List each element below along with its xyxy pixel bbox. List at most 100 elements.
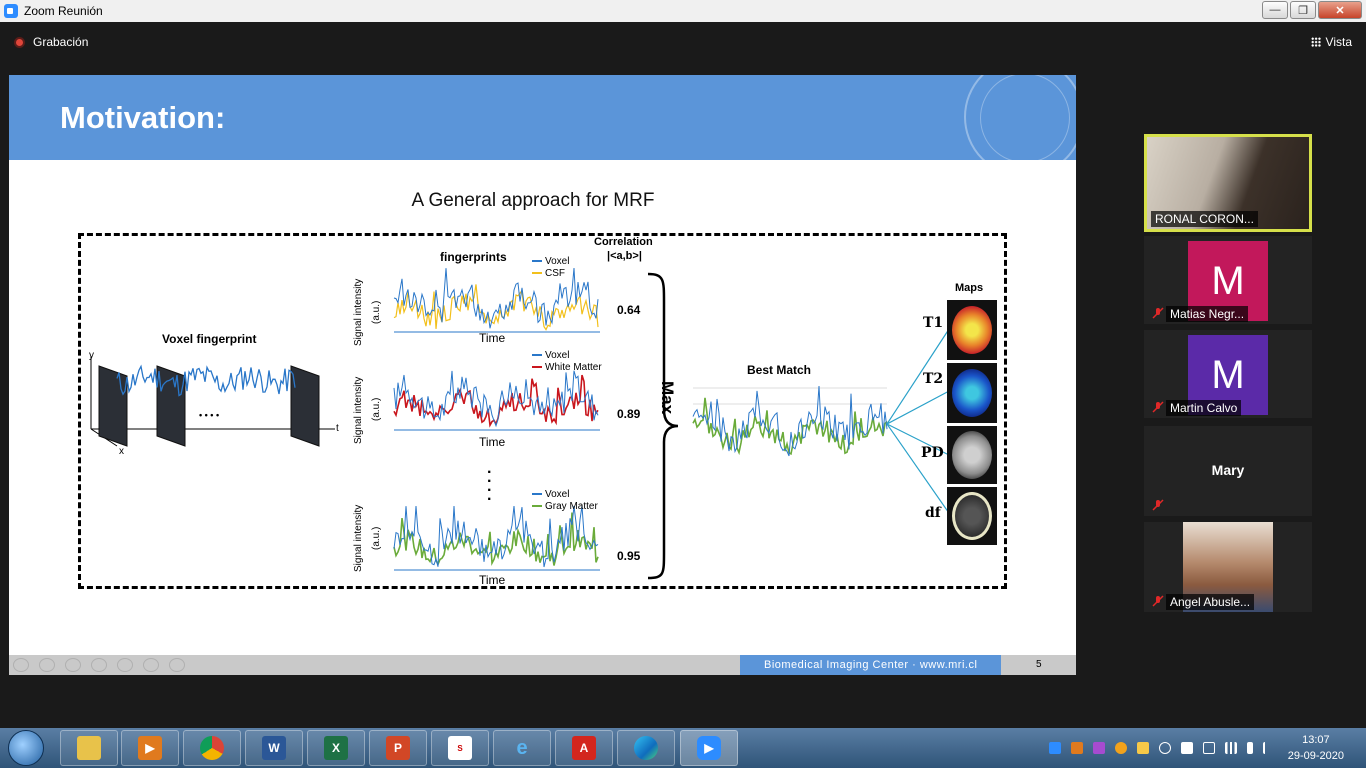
university-seal-watermark [964, 75, 1076, 177]
powerpoint-icon: P [386, 736, 410, 760]
plot3-legend-gm: Gray Matter [532, 501, 598, 512]
taskbar-word[interactable]: W [245, 730, 303, 766]
zoom-meeting-bar: Grabación Vista [0, 22, 1366, 62]
scielo-icon: S [448, 736, 472, 760]
corr-value-csf: 0.64 [617, 303, 641, 317]
participant-name: RONAL CORON... [1151, 211, 1258, 227]
maps-label: Maps [955, 282, 984, 294]
link-tray-icon[interactable] [1158, 742, 1171, 754]
app-tray-icon[interactable] [1092, 742, 1105, 754]
window-titlebar: Zoom Reunión — ❐ ✕ [0, 0, 1366, 22]
clock-date: 29-09-2020 [1287, 750, 1344, 762]
slide-header: Motivation: [9, 75, 1076, 177]
shared-slide: Motivation: A General approach for MRF V… [9, 75, 1076, 675]
plot2-xlabel: Time [479, 435, 506, 449]
taskbar-excel[interactable]: X [307, 730, 365, 766]
plot1-xlabel: Time [479, 331, 506, 345]
taskbar-powerpoint[interactable]: P [369, 730, 427, 766]
view-button[interactable]: Vista [1310, 35, 1352, 49]
taskbar-ie[interactable]: e [493, 730, 551, 766]
flag-icon[interactable] [1262, 742, 1275, 754]
zoom-tray-icon[interactable] [1048, 742, 1061, 754]
participant-tile-matias[interactable]: M Matias Negr... [1144, 236, 1312, 324]
view-label: Vista [1325, 35, 1352, 49]
device-tray-icon[interactable] [1202, 742, 1215, 754]
taskbar-explorer[interactable] [60, 730, 118, 766]
participant-tile-martin[interactable]: M Martin Calvo [1144, 330, 1312, 418]
taskbar-edge[interactable] [617, 730, 675, 766]
max-brace [647, 272, 679, 580]
plot2-legend-wm: White Matter [532, 362, 602, 373]
start-button[interactable] [8, 730, 44, 766]
taskbar-media-player[interactable]: ▶ [121, 730, 179, 766]
clock-time: 13:07 [1302, 734, 1330, 746]
screen-icon[interactable] [143, 658, 159, 672]
update-tray-icon[interactable] [1114, 742, 1127, 754]
zoom-icon[interactable] [117, 658, 133, 672]
footer-brand: Biomedical Imaging Center · www.mri.cl [740, 655, 1001, 675]
plot3-xlabel: Time [479, 573, 506, 587]
map-label-t2: T2 [923, 371, 944, 387]
map-label-df: df [925, 505, 941, 521]
plot1-legend-csf: CSF [532, 268, 565, 279]
close-button[interactable]: ✕ [1318, 1, 1362, 19]
slide-footer: Biomedical Imaging Center · www.mri.cl 5 [9, 655, 1076, 675]
plot3-yunit: (a.u.) [371, 526, 382, 550]
taskbar-scielo[interactable]: S [431, 730, 489, 766]
plot2-ylabel: Signal intensity [353, 376, 364, 444]
edge-icon [634, 736, 658, 760]
plot2-legend-voxel: Voxel [532, 350, 569, 361]
max-label: Max [658, 381, 677, 415]
recording-icon [14, 36, 25, 48]
zoom-icon: ▶ [697, 736, 721, 760]
pen-icon[interactable] [65, 658, 81, 672]
plot1-yunit: (a.u.) [371, 300, 382, 324]
app-tray-icon[interactable] [1070, 742, 1083, 754]
dropbox-tray-icon[interactable] [1180, 742, 1193, 754]
best-match-plot [692, 385, 888, 457]
t1-map-image [947, 300, 997, 360]
signal-icon[interactable] [1224, 742, 1237, 754]
participant-name: Martin Calvo [1166, 400, 1242, 416]
taskbar-acrobat[interactable]: A [555, 730, 613, 766]
plot1-csf [393, 267, 600, 333]
mrf-figure: Voxel fingerprint y x t • • • • fingerpr… [78, 233, 1007, 589]
muted-mic-icon [1152, 401, 1164, 413]
participant-name: Matias Negr... [1166, 306, 1249, 322]
pd-map-image [947, 426, 997, 484]
next-slide-icon[interactable] [39, 658, 55, 672]
prev-slide-icon[interactable] [13, 658, 29, 672]
zoom-app-icon [4, 4, 18, 18]
slide-title: Motivation: [60, 100, 226, 135]
slideshow-controls [13, 658, 185, 672]
fingerprints-label: fingerprints [440, 250, 507, 264]
plot1-legend-voxel: Voxel [532, 256, 569, 267]
maximize-button[interactable]: ❐ [1290, 1, 1316, 19]
participant-name: Angel Abusle... [1166, 594, 1255, 610]
participant-tile-angel[interactable]: Angel Abusle... [1144, 522, 1312, 612]
internet-explorer-icon: e [516, 736, 528, 759]
folder-icon [77, 736, 101, 760]
vertical-ellipsis: · · · · [487, 464, 493, 508]
plot2-wm [393, 370, 600, 431]
map-connector-lines [886, 325, 952, 517]
participant-tile-ronal[interactable]: RONAL CORON... [1144, 134, 1312, 232]
participant-name-center: Mary [1211, 462, 1245, 478]
more-icon[interactable] [169, 658, 185, 672]
slide-subtitle: A General approach for MRF [411, 190, 655, 211]
slide-page-number: 5 [1036, 659, 1042, 670]
taskbar-zoom[interactable]: ▶ [680, 730, 738, 766]
corr-value-gm: 0.95 [617, 549, 641, 563]
acrobat-icon: A [572, 736, 596, 760]
voxel-fingerprint-label: Voxel fingerprint [162, 332, 257, 346]
muted-mic-icon [1152, 499, 1164, 511]
minimize-button[interactable]: — [1262, 1, 1288, 19]
grid-icon[interactable] [91, 658, 107, 672]
participant-tile-mary[interactable]: Mary [1144, 426, 1312, 516]
volume-icon[interactable] [1246, 742, 1253, 754]
df-map-image [947, 487, 997, 545]
clock[interactable]: 13:07 29-09-2020 [1288, 732, 1344, 764]
taskbar-chrome[interactable] [183, 730, 241, 766]
media-player-icon: ▶ [138, 736, 162, 760]
shield-tray-icon[interactable] [1136, 742, 1149, 754]
